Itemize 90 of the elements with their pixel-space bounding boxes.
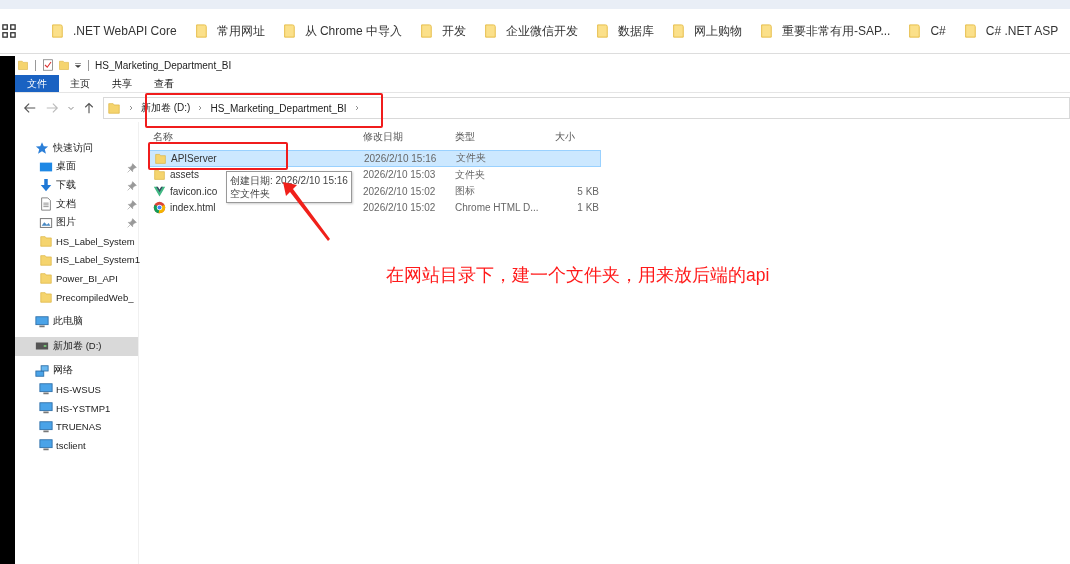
breadcrumb-item[interactable]: HS_Marketing_Department_BI [210, 102, 347, 114]
file-name[interactable]: index.html [170, 202, 216, 214]
nav-item[interactable]: 图片 [15, 213, 138, 232]
back-icon [23, 101, 37, 115]
tooltip: 创建日期: 2026/2/10 15:16 空文件夹 [226, 171, 352, 203]
folder-icon [418, 23, 433, 39]
folder-icon [39, 234, 53, 249]
folder-icon [962, 23, 977, 39]
bookmark-link[interactable]: 常用网址 [216, 22, 265, 40]
folder-icon [281, 23, 296, 39]
size-text: 5 KB [577, 185, 599, 197]
date-text: 2026/2/10 15:02 [363, 185, 436, 197]
type-text: 文件夹 [455, 167, 485, 182]
arrow [283, 182, 331, 242]
folder-icon [153, 168, 166, 182]
nav-item[interactable]: HS_Label_System1 [15, 250, 138, 270]
annotation-text: 在网站目录下，建一个文件夹，用来放后端的api [386, 264, 770, 287]
picture-icon [39, 215, 53, 230]
folder-icon [482, 23, 497, 39]
browser-icon [153, 201, 166, 215]
column-header[interactable]: 大小 [549, 130, 599, 144]
bookmark-link[interactable]: 企业微信开发 [505, 22, 578, 40]
folder-icon [17, 59, 29, 71]
nav-item[interactable]: 新加卷 (D:) [15, 336, 138, 356]
nav-item[interactable]: tsclient [15, 435, 138, 455]
bookmark-link[interactable]: 数据库 [617, 22, 654, 40]
up-icon [83, 101, 95, 115]
nav-item[interactable]: HS-YSTMP1 [15, 398, 138, 418]
window-title: HS_Marketing_Department_BI [95, 59, 232, 71]
file-name[interactable]: favicon.ico [170, 185, 218, 197]
ribbon-tab[interactable]: 主页 [59, 75, 101, 92]
date-text: 2026/2/10 15:03 [363, 169, 436, 181]
folder-icon [39, 271, 53, 286]
bookmark-link[interactable]: 网上购物 [693, 22, 742, 40]
type-text: 图标 [455, 184, 475, 199]
column-header[interactable]: 修改日期 [363, 130, 455, 144]
computer-icon [39, 382, 53, 397]
nav-item[interactable]: HS_Label_System [15, 231, 138, 251]
bookmark-link[interactable]: 从 Chrome 中导入 [304, 22, 402, 40]
chevron-right-icon [127, 103, 135, 113]
star-icon [35, 141, 49, 156]
file-name[interactable]: assets [170, 169, 199, 181]
nav-item[interactable]: PrecompiledWeb_ [15, 287, 138, 307]
nav-item[interactable]: 桌面 [15, 157, 138, 177]
v-logo-icon [153, 184, 166, 198]
folder-icon [39, 252, 53, 267]
document-icon [39, 197, 53, 212]
folder-icon [39, 290, 53, 305]
nav-item[interactable]: 快速访问 [15, 139, 138, 158]
apps-icon [2, 24, 16, 38]
column-header[interactable]: 名称 [149, 130, 363, 144]
ribbon-tab[interactable]: 文件 [15, 75, 59, 92]
file-name[interactable]: APIServer [171, 152, 217, 164]
bookmark-link[interactable]: .NET WebAPI Core [73, 24, 177, 38]
nav-item[interactable]: Power_BI_API [15, 269, 138, 288]
download-icon [39, 178, 53, 193]
folder-icon [107, 101, 121, 115]
computer-icon [39, 401, 53, 415]
folder-icon [907, 23, 922, 39]
nav-item[interactable]: 网络 [15, 361, 138, 381]
folder-icon [670, 23, 685, 39]
folder-icon [193, 23, 208, 39]
folder-icon [758, 23, 773, 39]
type-text: 文件夹 [456, 151, 486, 166]
forward-icon [45, 101, 59, 115]
nav-item[interactable]: 此电脑 [15, 312, 138, 331]
nav-item[interactable]: HS-WSUS [15, 380, 138, 399]
ribbon-tab[interactable]: 共享 [101, 75, 143, 92]
folder-icon [50, 23, 64, 39]
type-text: Chrome HTML D... [455, 202, 539, 214]
network-icon [35, 363, 49, 378]
folder-icon [58, 59, 70, 71]
size-text: 1 KB [577, 202, 599, 214]
column-header[interactable]: 类型 [455, 130, 549, 144]
ribbon-tab[interactable]: 查看 [143, 75, 185, 92]
computer-icon [39, 419, 53, 434]
bookmark-link[interactable]: 重要非常有用-SAP... [781, 22, 891, 40]
computer-icon [35, 314, 49, 329]
computer-icon [39, 438, 53, 453]
nav-item[interactable]: TRUENAS [15, 417, 138, 436]
nav-item[interactable]: 文档 [15, 194, 138, 214]
bookmark-link[interactable]: 开发 [441, 22, 466, 40]
folder-icon [594, 23, 609, 39]
bookmark-link[interactable]: C# .NET ASP [985, 24, 1059, 38]
date-text: 2026/2/10 15:02 [363, 202, 436, 214]
properties-icon [42, 59, 54, 71]
nav-item[interactable]: 下载 [15, 176, 138, 195]
bookmark-link[interactable]: C# [930, 24, 946, 38]
folder-icon [154, 151, 167, 165]
date-text: 2026/2/10 15:16 [364, 152, 437, 164]
